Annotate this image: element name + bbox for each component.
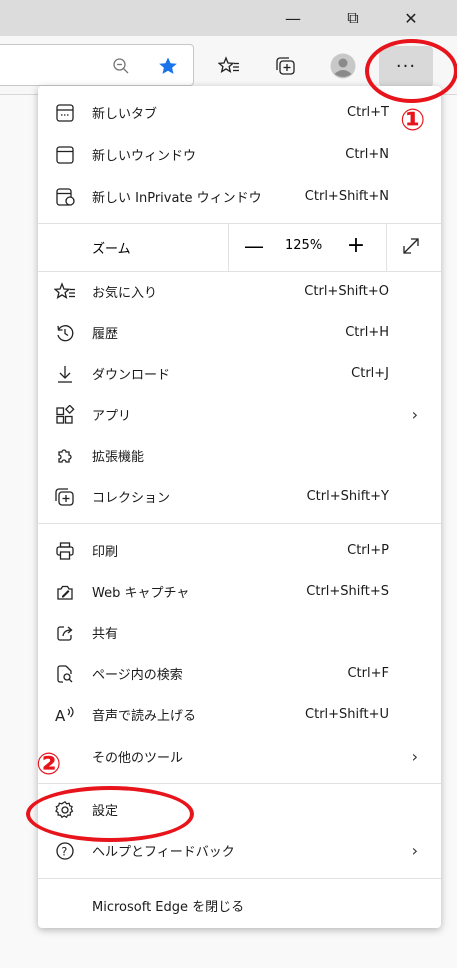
zoom-row: ズーム — 125% + [38,223,441,271]
menu-item-new-window[interactable]: 新しいウィンドウ Ctrl+N [38,134,441,175]
highlight-circle-settings [26,786,194,842]
collections-icon [276,57,295,75]
zoom-divider [386,223,387,271]
highlight-circle-more [365,39,457,103]
menu-item-favorites[interactable]: お気に入り Ctrl+Shift+O [38,271,441,312]
menu-item-print[interactable]: 印刷 Ctrl+P [38,530,441,571]
favorites-icon [53,280,77,304]
chevron-right-icon: › [411,747,418,766]
menu-divider [38,783,441,784]
menu-item-share[interactable]: 共有 [38,612,441,653]
profile-button[interactable] [326,49,360,83]
fullscreen-icon [403,238,419,254]
minimize-button[interactable]: — [270,0,316,36]
menu-item-downloads[interactable]: ダウンロード Ctrl+J [38,353,441,394]
close-icon: ✕ [404,8,418,28]
svg-text:?: ? [61,844,67,858]
close-window-button[interactable]: ✕ [388,0,434,36]
menu-item-apps[interactable]: アプリ › [38,394,441,435]
download-icon [53,362,77,386]
zoom-level: 125% [285,238,323,253]
favorites-icon [218,56,239,73]
collections-button[interactable] [269,49,303,83]
favorites-button[interactable] [212,49,246,83]
read-aloud-icon: A [53,703,77,727]
extensions-icon [53,444,77,468]
new-window-icon [53,143,77,167]
inprivate-icon [53,185,77,209]
menu-item-read-aloud[interactable]: A 音声で読み上げる Ctrl+Shift+U [38,694,441,735]
print-icon [53,539,77,563]
menu-item-history[interactable]: 履歴 Ctrl+H [38,312,441,353]
help-icon: ? [53,839,77,863]
share-icon [53,621,77,645]
step-1-marker: ① [400,103,426,138]
avatar [330,53,356,79]
menu-item-extensions[interactable]: 拡張機能 [38,435,441,476]
menu-item-more-tools[interactable]: その他のツール › [38,736,441,777]
minimize-icon: — [285,8,301,28]
title-bar: — ⧉ ✕ [0,0,457,36]
star-filled-icon [159,57,177,74]
favorite-star-button[interactable] [151,49,185,83]
menu-item-web-capture[interactable]: Web キャプチャ Ctrl+Shift+S [38,571,441,612]
restore-icon: ⧉ [347,8,359,27]
apps-icon [53,403,77,427]
fullscreen-button[interactable] [400,235,424,259]
collections-icon [53,485,77,509]
menu-item-new-tab[interactable]: 新しいタブ Ctrl+T [38,92,441,133]
menu-item-collections[interactable]: コレクション Ctrl+Shift+Y [38,476,441,517]
history-icon [53,321,77,345]
menu-divider [38,523,441,524]
zoom-label: ズーム [92,242,131,257]
zoom-out-icon [113,58,129,74]
menu-item-new-inprivate[interactable]: 新しい InPrivate ウィンドウ Ctrl+Shift+N [38,176,441,217]
zoom-divider [228,223,229,271]
chevron-right-icon: › [411,405,418,424]
zoom-out-button[interactable]: — [242,235,266,259]
menu-item-close-edge[interactable]: Microsoft Edge を閉じる [38,885,441,926]
zoom-in-button[interactable]: + [344,235,368,259]
find-icon [53,662,77,686]
new-tab-icon [53,101,77,125]
step-2-marker: ② [36,747,62,782]
menu-item-find[interactable]: ページ内の検索 Ctrl+F [38,653,441,694]
zoom-indicator-button[interactable] [104,49,138,83]
web-capture-icon [53,580,77,604]
menu-divider [38,878,441,879]
restore-button[interactable]: ⧉ [330,0,376,36]
chevron-right-icon: › [411,841,418,860]
svg-text:A: A [55,707,66,725]
